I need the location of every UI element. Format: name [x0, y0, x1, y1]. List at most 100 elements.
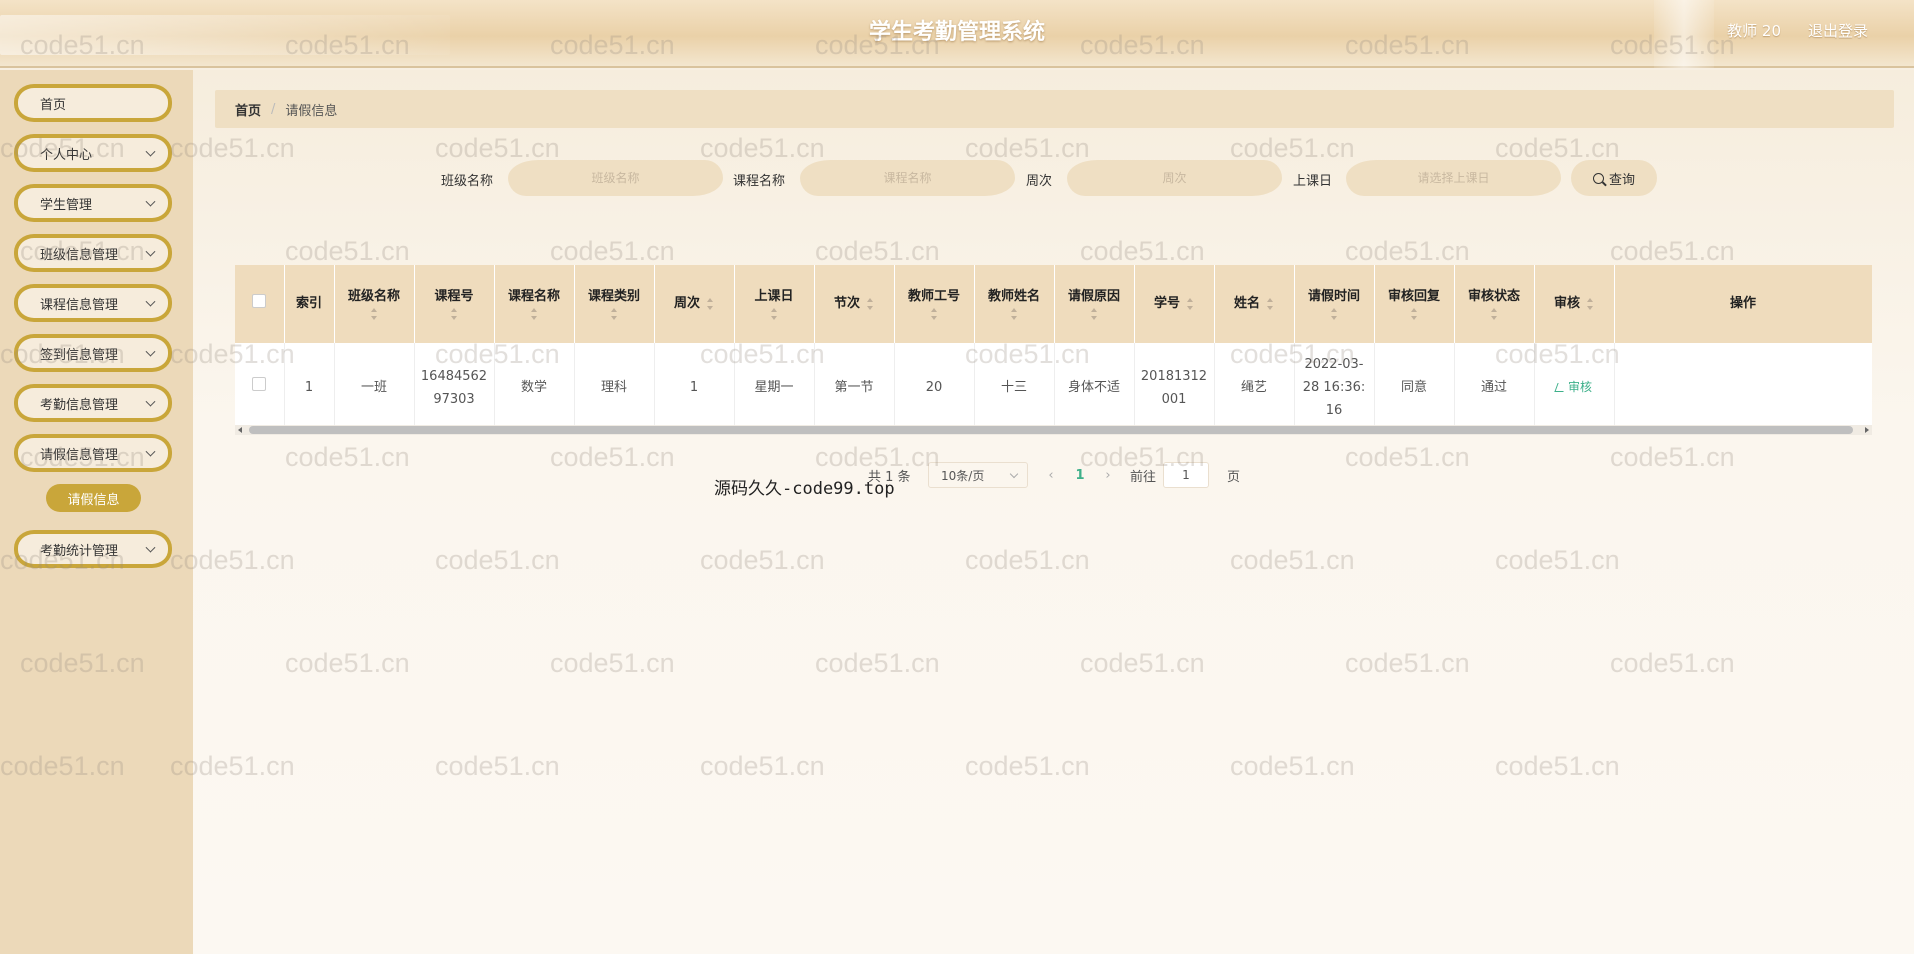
column-header-audit[interactable]: 审核	[1534, 265, 1615, 343]
goto-page-input[interactable]	[1163, 462, 1209, 488]
sort-icon[interactable]	[530, 308, 538, 320]
column-header-course-type[interactable]: 课程类别	[574, 265, 655, 343]
column-header-course-no[interactable]: 课程号	[414, 265, 495, 343]
search-icon	[1592, 172, 1604, 184]
logout-link[interactable]: 退出登录	[1808, 20, 1868, 41]
sidebar-item-label: 签到信息管理	[40, 347, 119, 363]
sort-icon[interactable]	[1410, 308, 1418, 320]
sort-icon[interactable]	[930, 308, 938, 320]
scrollbar-thumb[interactable]	[249, 426, 1853, 434]
column-header-label: 节次	[833, 296, 860, 311]
column-header-status[interactable]: 审核状态	[1454, 265, 1535, 343]
column-header-reply[interactable]: 审核回复	[1374, 265, 1455, 343]
sidebar-item-label: 请假信息管理	[40, 447, 119, 463]
week-input[interactable]	[1067, 160, 1282, 196]
page-size-select[interactable]: 10条/页	[928, 462, 1028, 488]
sort-icon[interactable]	[1586, 298, 1594, 310]
sort-icon[interactable]	[1490, 308, 1498, 320]
cell-status: 通过	[1454, 343, 1535, 425]
chevron-down-icon	[1009, 469, 1019, 479]
sidebar-subitem-leave-info[interactable]: 请假信息	[46, 484, 141, 512]
sidebar-item-signin-info[interactable]: 签到信息管理	[14, 334, 172, 372]
column-header-label: 审核回复	[1387, 289, 1440, 304]
scroll-left-icon[interactable]	[238, 427, 242, 433]
course-name-label: 课程名称	[733, 174, 786, 189]
prev-page-button[interactable]: ‹	[1039, 462, 1063, 488]
chevron-down-icon	[145, 542, 156, 553]
sort-icon[interactable]	[706, 298, 714, 310]
sort-icon[interactable]	[1010, 308, 1018, 320]
sort-icon[interactable]	[770, 308, 778, 320]
cell-actions	[1614, 343, 1872, 425]
edit-icon	[1554, 382, 1567, 392]
column-header-label: 学号	[1153, 296, 1180, 311]
column-header-teacher-no[interactable]: 教师工号	[894, 265, 975, 343]
cell-course-type: 理科	[574, 343, 655, 425]
breadcrumb-separator: /	[271, 101, 276, 117]
sort-icon[interactable]	[1186, 298, 1194, 310]
column-header-leave-time[interactable]: 请假时间	[1294, 265, 1375, 343]
sort-icon[interactable]	[370, 308, 378, 320]
column-header-student-name[interactable]: 姓名	[1214, 265, 1295, 343]
row-checkbox[interactable]	[252, 377, 267, 392]
search-button-label: 查询	[1608, 171, 1635, 187]
page-suffix: 页	[1227, 470, 1241, 485]
sidebar: 首页 个人中心 学生管理 班级信息管理 课程信息管理 签到信息管理 考勤信息管理…	[0, 70, 193, 954]
sidebar-item-personal-center[interactable]: 个人中心	[14, 134, 172, 172]
course-name-input[interactable]	[800, 160, 1015, 196]
sidebar-item-course-info[interactable]: 课程信息管理	[14, 284, 172, 322]
column-header-class-name[interactable]: 班级名称	[334, 265, 415, 343]
page-number-button[interactable]: 1	[1068, 462, 1092, 488]
chevron-down-icon	[145, 246, 156, 257]
column-header-label: 班级名称	[347, 289, 400, 304]
app-header: 学生考勤管理系统 教师 20 退出登录	[0, 0, 1914, 68]
sidebar-item-attendance-stats[interactable]: 考勤统计管理	[14, 530, 172, 568]
audit-button-label: 审核	[1567, 379, 1592, 394]
class-name-input[interactable]	[508, 160, 723, 196]
sidebar-item-leave-info[interactable]: 请假信息管理	[14, 434, 172, 472]
breadcrumb-home[interactable]: 首页	[235, 100, 261, 119]
search-button[interactable]: 查询	[1571, 160, 1657, 196]
column-header-week[interactable]: 周次	[654, 265, 735, 343]
audit-button[interactable]: 审核	[1554, 376, 1592, 399]
column-header-course-name[interactable]: 课程名称	[494, 265, 575, 343]
class-name-label: 班级名称	[441, 174, 494, 189]
column-header-label: 请假原因	[1067, 289, 1120, 304]
sidebar-item-class-info[interactable]: 班级信息管理	[14, 234, 172, 272]
chevron-down-icon	[145, 346, 156, 357]
class-day-picker[interactable]	[1346, 160, 1561, 196]
column-header-label: 课程号	[434, 289, 474, 304]
sidebar-item-attendance-info[interactable]: 考勤信息管理	[14, 384, 172, 422]
sort-icon[interactable]	[866, 298, 874, 310]
cell-week: 1	[654, 343, 735, 425]
sidebar-item-students[interactable]: 学生管理	[14, 184, 172, 222]
column-header-label: 请假时间	[1307, 289, 1360, 304]
sort-icon[interactable]	[1266, 298, 1274, 310]
cell-section: 第一节	[814, 343, 895, 425]
column-header-teacher-name[interactable]: 教师姓名	[974, 265, 1055, 343]
column-header-label: 审核	[1553, 296, 1580, 311]
week-label: 周次	[1026, 174, 1053, 189]
sort-icon[interactable]	[1090, 308, 1098, 320]
next-page-button[interactable]: ›	[1096, 462, 1120, 488]
column-header-student-no[interactable]: 学号	[1134, 265, 1215, 343]
sort-icon[interactable]	[1330, 308, 1338, 320]
main-content: 首页 / 请假信息 班级名称 课程名称 周次 上课日 查询 索引	[193, 70, 1914, 954]
column-header-reason[interactable]: 请假原因	[1054, 265, 1135, 343]
column-header-section[interactable]: 节次	[814, 265, 895, 343]
sidebar-item-home[interactable]: 首页	[14, 84, 172, 122]
cell-course-name: 数学	[494, 343, 575, 425]
table-horizontal-scrollbar[interactable]	[235, 425, 1872, 435]
table-row: 1 一班 1648456297303 数学 理科 1 星期一 第一节 20 十三…	[235, 343, 1872, 425]
column-header-class-day[interactable]: 上课日	[734, 265, 815, 343]
column-header-index: 索引	[284, 265, 335, 343]
column-header-label: 姓名	[1233, 296, 1260, 311]
scroll-right-icon[interactable]	[1865, 427, 1869, 433]
table-header-row: 索引 班级名称 课程号 课程名称 课程类别 周次 上课日 节次 教师工号 教师姓…	[235, 265, 1872, 343]
sidebar-item-label: 考勤统计管理	[40, 543, 119, 559]
sort-icon[interactable]	[450, 308, 458, 320]
sort-icon[interactable]	[610, 308, 618, 320]
cell-class-day: 星期一	[734, 343, 815, 425]
select-all-checkbox[interactable]	[252, 294, 267, 308]
chevron-down-icon	[145, 446, 156, 457]
